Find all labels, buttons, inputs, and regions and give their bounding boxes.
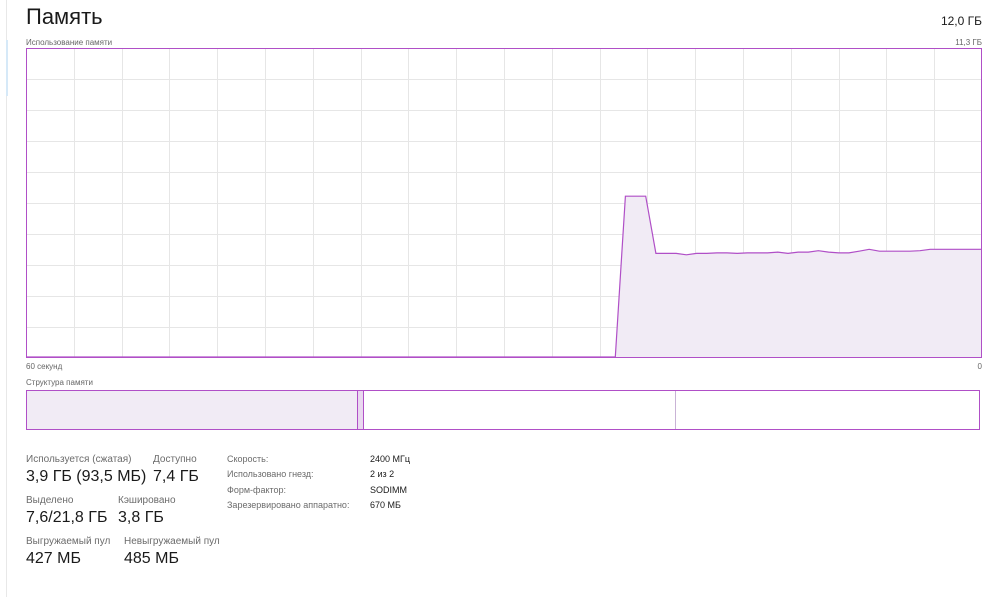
in-use-value: 3,9 ГБ (93,5 МБ): [26, 468, 147, 485]
composition-standby-segment[interactable]: [364, 391, 676, 429]
available-label: Доступно: [153, 454, 197, 465]
page-title: Память: [26, 4, 103, 29]
usage-caption: Использование памяти: [26, 38, 113, 47]
memory-usage-graph: [26, 48, 982, 358]
in-use-label: Используется (сжатая): [26, 454, 132, 465]
nonpaged-pool-label: Невыгружаемый пул: [124, 536, 220, 547]
nonpaged-pool-value: 485 МБ: [124, 550, 179, 567]
slots-used-label: Использовано гнезд:: [227, 469, 314, 479]
time-axis-right-label: 0: [977, 362, 982, 371]
form-factor-label: Форм-фактор:: [227, 485, 287, 495]
max-usage-label: 11,3 ГБ: [955, 38, 982, 47]
composition-in-use-segment[interactable]: [27, 391, 358, 429]
paged-pool-value: 427 МБ: [26, 550, 81, 567]
slots-used-value: 2 из 2: [370, 469, 395, 479]
composition-caption: Структура памяти: [26, 378, 93, 387]
paged-pool-label: Выгружаемый пул: [26, 536, 111, 547]
hardware-reserved-label: Зарезервировано аппаратно:: [227, 500, 350, 510]
available-value: 7,4 ГБ: [153, 468, 199, 485]
memory-composition-bar[interactable]: [26, 390, 980, 430]
left-pane-selection-accent: [6, 40, 8, 96]
committed-label: Выделено: [26, 495, 74, 506]
committed-value: 7,6/21,8 ГБ: [26, 509, 108, 526]
hardware-reserved-value: 670 МБ: [370, 500, 401, 510]
speed-label: Скорость:: [227, 454, 269, 464]
time-axis-left-label: 60 секунд: [26, 362, 63, 371]
cached-value: 3,8 ГБ: [118, 509, 164, 526]
total-memory: 12,0 ГБ: [940, 14, 982, 28]
composition-free-segment[interactable]: [676, 391, 979, 429]
cached-label: Кэшировано: [118, 495, 176, 506]
speed-value: 2400 МГц: [370, 454, 411, 464]
form-factor-value: SODIMM: [370, 485, 407, 495]
